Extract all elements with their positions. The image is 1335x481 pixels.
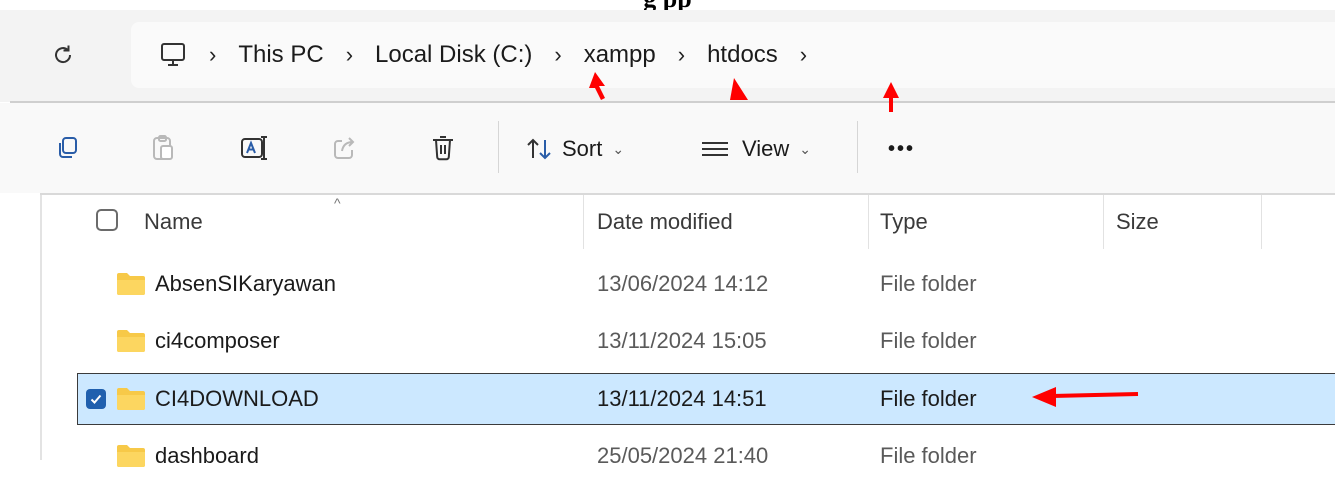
checkmark-icon — [90, 394, 102, 404]
file-type: File folder — [880, 443, 977, 468]
annotation-arrow-up-icon — [589, 72, 605, 100]
delete-button[interactable] — [428, 133, 458, 163]
chevron-down-icon: ⌄ — [612, 140, 625, 157]
file-name: ci4composer — [155, 328, 280, 353]
sort-arrows-icon — [527, 138, 551, 160]
chevron-right-icon[interactable]: › — [678, 44, 685, 66]
chevron-right-icon[interactable]: › — [346, 44, 353, 66]
breadcrumb-local-disk[interactable]: Local Disk (C:) — [375, 41, 532, 69]
toolbar-separator — [857, 121, 858, 173]
rename-icon — [241, 136, 267, 160]
file-date: 13/11/2024 15:05 — [597, 328, 767, 353]
chevron-right-icon[interactable]: › — [800, 44, 807, 66]
file-type: File folder — [880, 328, 977, 353]
breadcrumb-pc-icon-button[interactable] — [159, 42, 187, 68]
command-bar: Sort ⌄ View ⌄ ••• — [0, 103, 1335, 193]
breadcrumb-this-pc[interactable]: This PC — [238, 41, 323, 69]
share-icon — [334, 137, 355, 159]
annotation-arrow-up-icon — [883, 82, 899, 112]
annotation-arrow-up-icon — [730, 78, 748, 100]
refresh-icon — [55, 45, 72, 64]
folder-icon — [117, 445, 145, 467]
table-row[interactable]: ci4composer 13/11/2024 15:05 File folder — [42, 316, 1335, 366]
share-button[interactable] — [330, 133, 360, 163]
folder-icon — [117, 330, 145, 352]
rename-button[interactable] — [240, 133, 270, 163]
column-header-name[interactable]: Name — [144, 195, 203, 249]
chevron-right-icon[interactable]: › — [209, 44, 216, 66]
chevron-right-icon[interactable]: › — [554, 44, 561, 66]
file-name: dashboard — [155, 443, 259, 468]
folder-icon — [117, 388, 145, 410]
view-button[interactable]: View ⌄ — [700, 129, 811, 169]
more-options-button[interactable]: ••• — [888, 129, 915, 169]
column-header-date[interactable]: Date modified — [597, 195, 733, 249]
paste-button[interactable] — [148, 133, 178, 163]
column-header-type[interactable]: Type — [880, 195, 928, 249]
breadcrumb-htdocs[interactable]: htdocs — [707, 41, 778, 69]
column-separator[interactable] — [1103, 195, 1104, 249]
select-all-checkbox[interactable] — [96, 209, 118, 231]
breadcrumb-xampp[interactable]: xampp — [584, 41, 656, 69]
file-name: CI4DOWNLOAD — [155, 386, 319, 411]
file-type: File folder — [880, 271, 977, 296]
sort-button[interactable]: Sort ⌄ — [526, 129, 624, 169]
file-date: 25/05/2024 21:40 — [597, 443, 769, 468]
refresh-button[interactable] — [46, 38, 80, 72]
file-date: 13/11/2024 14:51 — [597, 386, 767, 411]
address-bar-region: › This PC › Local Disk (C:) › xampp › ht… — [0, 10, 1335, 102]
folder-icon — [117, 273, 145, 295]
table-row[interactable]: AbsenSIKaryawan 13/06/2024 14:12 File fo… — [42, 259, 1335, 309]
column-header-size[interactable]: Size — [1116, 195, 1159, 249]
column-separator[interactable] — [1261, 195, 1262, 249]
view-label: View — [742, 136, 790, 161]
view-lines-icon — [702, 142, 728, 156]
table-row-selected[interactable]: CI4DOWNLOAD 13/11/2024 14:51 File folder — [77, 373, 1335, 425]
column-header-row: ^ Name Date modified Type Size — [42, 195, 1335, 249]
sort-label: Sort — [562, 136, 603, 161]
sort-caret-icon: ^ — [334, 195, 341, 211]
file-list: ^ Name Date modified Type Size AbsenSIKa… — [40, 195, 1335, 468]
file-name: AbsenSIKaryawan — [155, 271, 336, 296]
copy-icon — [59, 137, 77, 158]
column-separator[interactable] — [868, 195, 869, 249]
file-date: 13/06/2024 14:12 — [597, 271, 769, 296]
copy-button[interactable] — [52, 133, 82, 163]
row-checkbox-checked[interactable] — [86, 389, 106, 409]
monitor-icon — [161, 43, 185, 66]
table-row[interactable]: dashboard 25/05/2024 21:40 File folder — [42, 431, 1335, 481]
chevron-down-icon: ⌄ — [799, 140, 812, 157]
trash-icon — [433, 136, 453, 161]
column-separator[interactable] — [583, 195, 584, 249]
file-type: File folder — [880, 386, 977, 411]
toolbar-separator — [498, 121, 499, 173]
annotation-arrow-left-icon — [1032, 387, 1139, 407]
paste-icon — [153, 135, 173, 160]
